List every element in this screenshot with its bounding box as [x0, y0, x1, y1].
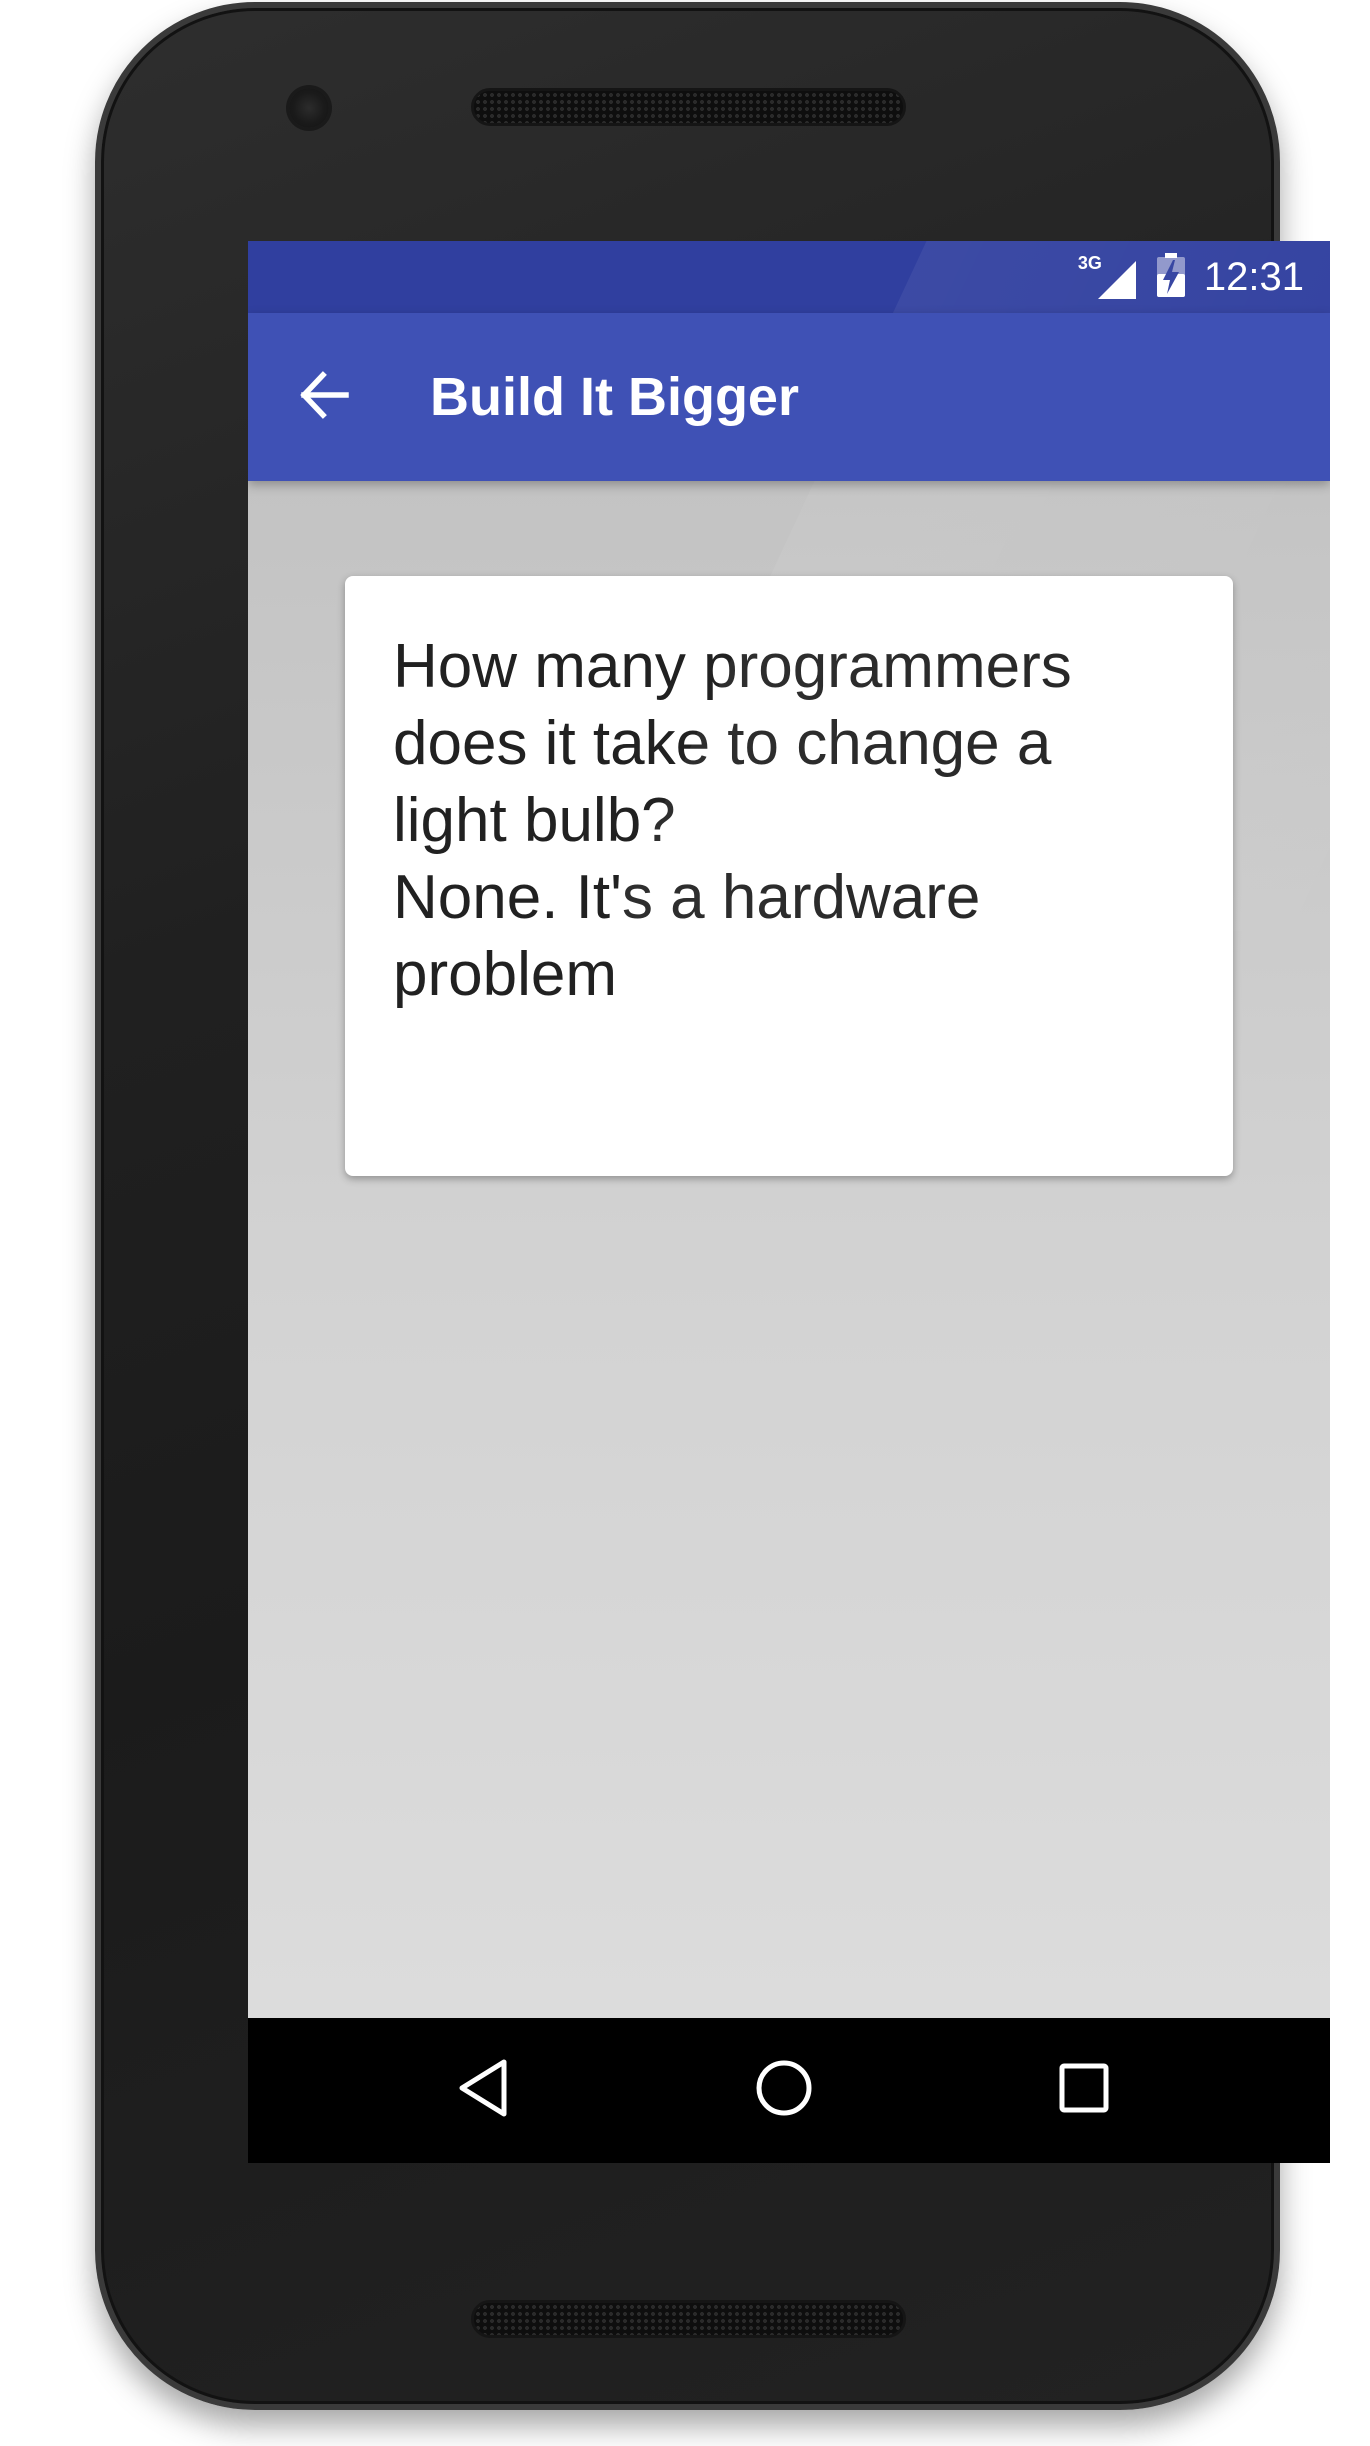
status-bar: 3G 12:31 — [248, 241, 1330, 313]
bottom-speaker-grille — [471, 2300, 906, 2338]
joke-card: How many programmers does it take to cha… — [345, 576, 1233, 1176]
battery-charging-icon — [1156, 252, 1186, 302]
joke-text: How many programmers does it take to cha… — [393, 632, 1072, 1009]
top-speaker-grille — [471, 88, 906, 126]
nav-recents-square-icon — [1054, 2058, 1114, 2122]
status-clock: 12:31 — [1203, 254, 1304, 299]
arrow-back-icon — [296, 367, 352, 427]
front-camera — [289, 88, 329, 128]
nav-recents-button[interactable] — [1048, 2054, 1120, 2126]
toolbar-title: Build It Bigger — [430, 367, 799, 427]
nav-home-circle-icon — [752, 2056, 816, 2124]
app-toolbar: Build It Bigger — [248, 313, 1330, 481]
navigation-bar — [248, 2018, 1330, 2163]
nav-back-triangle-icon — [454, 2056, 514, 2124]
content-area: How many programmers does it take to cha… — [248, 481, 1330, 2018]
nav-home-button[interactable] — [748, 2054, 820, 2126]
screen: 3G 12:31 Build It Bigger How many progra… — [248, 241, 1330, 2163]
phone-frame: 3G 12:31 Build It Bigger How many progra… — [95, 2, 1330, 2410]
signal-icon: 3G — [1078, 253, 1138, 301]
nav-back-button[interactable] — [448, 2054, 520, 2126]
status-icons: 3G 12:31 — [1078, 241, 1304, 313]
network-type-label: 3G — [1077, 253, 1102, 273]
toolbar-back-button[interactable] — [288, 361, 360, 433]
